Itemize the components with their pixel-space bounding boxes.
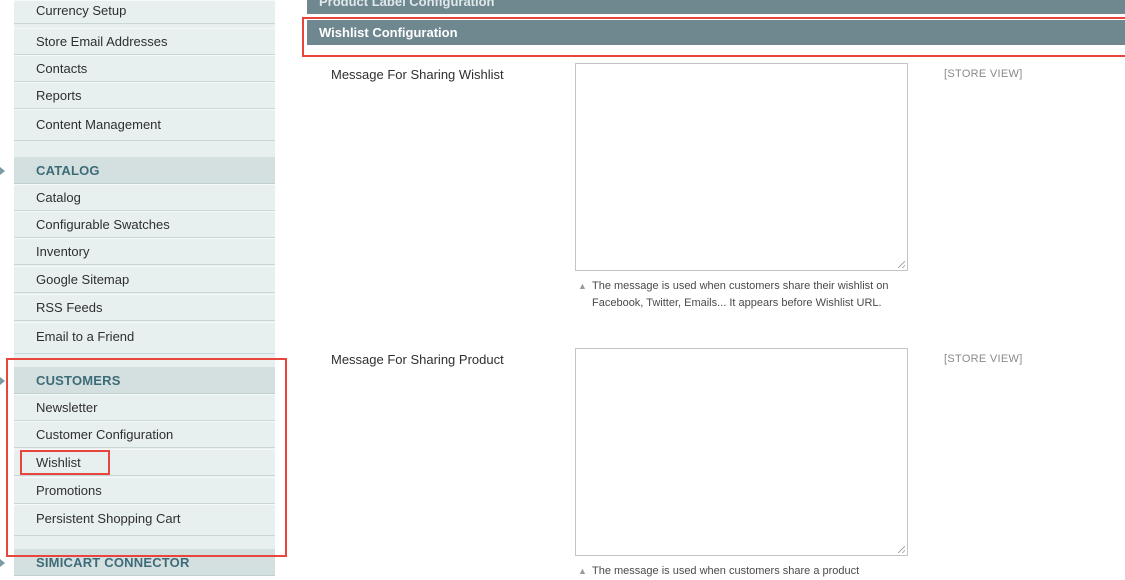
message-product-textarea[interactable] xyxy=(575,348,908,556)
message-wishlist-label: Message For Sharing Wishlist xyxy=(331,67,504,82)
scope-label: [STORE VIEW] xyxy=(944,68,1023,80)
message-product-label: Message For Sharing Product xyxy=(331,352,504,367)
sidebar-item-rss-feeds[interactable]: RSS Feeds xyxy=(14,294,275,321)
sidebar-item-newsletter[interactable]: Newsletter xyxy=(14,394,275,421)
sidebar-item-inventory[interactable]: Inventory xyxy=(14,238,275,265)
sidebar-spacer xyxy=(14,536,275,549)
sidebar-item-contacts[interactable]: Contacts xyxy=(14,55,275,82)
sidebar-item-reports[interactable]: Reports xyxy=(14,82,275,109)
field-note: ▲ The message is used when customers sha… xyxy=(578,563,898,580)
sidebar-section-customers[interactable]: CUSTOMERS xyxy=(0,367,275,394)
triangle-right-icon xyxy=(0,167,5,175)
triangle-right-icon xyxy=(0,377,5,385)
sidebar-item-persistent-shopping-cart[interactable]: Persistent Shopping Cart xyxy=(14,504,275,536)
sidebar-item-wishlist[interactable]: Wishlist xyxy=(14,449,275,476)
section-title: Wishlist Configuration xyxy=(319,25,458,40)
prev-section-title: Product Label Configuration xyxy=(319,0,495,9)
sidebar-item-content-management[interactable]: Content Management xyxy=(14,109,275,141)
wishlist-configuration-header[interactable]: Wishlist Configuration xyxy=(307,20,1125,45)
field-note: ▲ The message is used when customers sha… xyxy=(578,278,898,312)
sidebar-item-store-email-addresses[interactable]: Store Email Addresses xyxy=(14,28,275,55)
sidebar-item-configurable-swatches[interactable]: Configurable Swatches xyxy=(14,211,275,238)
config-sidebar: Currency Setup Store Email Addresses Con… xyxy=(0,0,275,576)
sidebar-item-promotions[interactable]: Promotions xyxy=(14,477,275,504)
field-note-text: The message is used when customers share… xyxy=(592,565,860,577)
resize-grip-icon[interactable] xyxy=(898,546,905,553)
sidebar-item-customer-configuration[interactable]: Customer Configuration xyxy=(14,421,275,448)
bullet-icon: ▲ xyxy=(578,566,587,576)
triangle-right-icon xyxy=(0,559,5,567)
scope-label: [STORE VIEW] xyxy=(944,353,1023,365)
sidebar-item-catalog[interactable]: Catalog xyxy=(14,184,275,211)
sidebar-section-simicart-connector[interactable]: SIMICART CONNECTOR xyxy=(0,549,275,576)
sidebar-item-currency-setup[interactable]: Currency Setup xyxy=(14,0,275,24)
sidebar-section-label: CATALOG xyxy=(36,163,100,178)
sidebar-spacer xyxy=(14,141,275,157)
bullet-icon: ▲ xyxy=(578,281,587,291)
message-wishlist-textarea[interactable] xyxy=(575,63,908,271)
sidebar-section-label: SIMICART CONNECTOR xyxy=(36,555,190,570)
sidebar-section-catalog[interactable]: CATALOG xyxy=(0,157,275,184)
resize-grip-icon[interactable] xyxy=(898,261,905,268)
field-note-text: The message is used when customers share… xyxy=(592,280,889,309)
sidebar-item-google-sitemap[interactable]: Google Sitemap xyxy=(14,266,275,293)
sidebar-section-label: CUSTOMERS xyxy=(36,373,121,388)
prev-section-header[interactable]: Product Label Configuration xyxy=(307,0,1125,14)
sidebar-item-email-to-a-friend[interactable]: Email to a Friend xyxy=(14,322,275,354)
sidebar-spacer xyxy=(14,354,275,367)
